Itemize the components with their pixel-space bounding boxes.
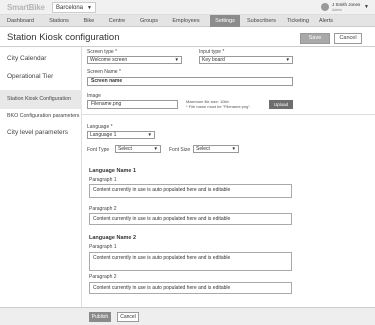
input-type-label: Input type * [199, 49, 225, 55]
font-type-value: Select [118, 146, 132, 152]
language-label: Language * [87, 124, 113, 130]
page-title: Station Kiosk configuration [7, 32, 120, 43]
language-section-title: Language Name 2 [89, 235, 137, 241]
user-menu[interactable]: J Smith Jones Admin ▼ [321, 1, 369, 14]
paragraph-1-field[interactable]: Content currently in use is auto populat… [89, 252, 292, 271]
screen-type-select[interactable]: Welcome screen ▼ [87, 56, 182, 64]
sidebar-item-city-calendar[interactable]: City Calendar [0, 53, 82, 65]
sidebar-item-city-level-parameters[interactable]: City level parameters [0, 127, 82, 139]
screen-type-label: Screen type * [87, 49, 118, 55]
paragraph-1-label: Paragraph 1 [89, 244, 117, 250]
image-name-note: * File name must be "Filename.png". [186, 104, 251, 109]
footer-cancel-button[interactable]: Cancel [117, 312, 139, 322]
screen-name-input[interactable]: Screen name [87, 77, 293, 86]
top-bar: SmartBike Barcelona ▼ J Smith Jones Admi… [0, 0, 375, 15]
paragraph-2-label: Paragraph 2 [89, 206, 117, 212]
publish-button[interactable]: Publish [89, 312, 111, 322]
language-section-title: Language Name 1 [89, 168, 137, 174]
paragraph-1-field[interactable]: Content currently in use is auto populat… [89, 184, 292, 198]
city-selector-value: Barcelona [56, 5, 84, 11]
chevron-down-icon: ▼ [87, 5, 92, 11]
tab-dashboard[interactable]: Dashboard [4, 15, 37, 27]
paragraph-2-field[interactable]: Content currently in use is auto populat… [89, 213, 292, 225]
sidebar-item-bko-configuration[interactable]: BKO Configuration parameters [0, 110, 82, 122]
tab-employees[interactable]: Employees [168, 15, 204, 27]
tab-ticketing[interactable]: Ticketing [283, 15, 313, 27]
settings-sidebar: City Calendar Operational Tier Station K… [0, 47, 82, 307]
paragraph-1-label: Paragraph 1 [89, 177, 117, 183]
paragraph-2-label: Paragraph 2 [89, 274, 117, 280]
user-avatar-icon [321, 3, 329, 11]
cancel-button[interactable]: Cancel [334, 33, 362, 44]
user-role: Admin [332, 8, 342, 12]
input-type-select[interactable]: Key board ▼ [199, 56, 293, 64]
chevron-down-icon: ▼ [174, 57, 179, 62]
sidebar-item-operational-tier[interactable]: Operational Tier [0, 71, 82, 83]
tab-alerts[interactable]: Alerts [316, 15, 336, 27]
chevron-down-icon: ▼ [153, 146, 158, 151]
city-selector[interactable]: Barcelona ▼ [52, 2, 96, 13]
save-button[interactable]: Save [300, 33, 330, 44]
sidebar-item-station-kiosk-configuration[interactable]: Station Kiosk Configuration [0, 90, 82, 109]
image-filename-input[interactable]: Filename.png [87, 100, 178, 109]
input-type-value: Key board [202, 57, 225, 63]
kiosk-config-form: Screen type * Welcome screen ▼ Input typ… [82, 47, 375, 307]
font-size-label: Font Size [169, 147, 191, 153]
form-divider [82, 114, 375, 115]
image-label: Image [87, 93, 101, 99]
tab-settings[interactable]: Settings [210, 15, 240, 27]
tab-subscribers[interactable]: Subscribers [244, 15, 279, 27]
screen-type-value: Welcome screen [90, 57, 128, 63]
tab-centre[interactable]: Centre [105, 15, 129, 27]
form-footer: Publish Cancel [0, 307, 375, 325]
chevron-down-icon: ▼ [285, 57, 290, 62]
chevron-down-icon: ▼ [231, 146, 236, 151]
app-logo: SmartBike [7, 3, 45, 12]
paragraph-2-field[interactable]: Content currently in use is auto populat… [89, 282, 292, 294]
upload-button[interactable]: Upload [269, 100, 293, 109]
font-type-select[interactable]: Select ▼ [115, 145, 161, 153]
language-select[interactable]: Language 1 ▼ [87, 131, 155, 139]
tab-bike[interactable]: Bike [80, 15, 98, 27]
chevron-down-icon: ▼ [364, 4, 369, 10]
chevron-down-icon: ▼ [147, 132, 152, 137]
screen-name-label: Screen Name * [87, 69, 121, 75]
tab-groups[interactable]: Groups [137, 15, 161, 27]
main-nav: Dashboard Stations Bike Centre Groups Em… [0, 15, 375, 27]
tab-stations[interactable]: Stations [45, 15, 73, 27]
font-size-select[interactable]: Select ▼ [193, 145, 239, 153]
user-name: J Smith Jones [332, 2, 361, 7]
language-value: Language 1 [90, 132, 117, 138]
font-type-label: Font Type [87, 147, 110, 153]
font-size-value: Select [196, 146, 210, 152]
